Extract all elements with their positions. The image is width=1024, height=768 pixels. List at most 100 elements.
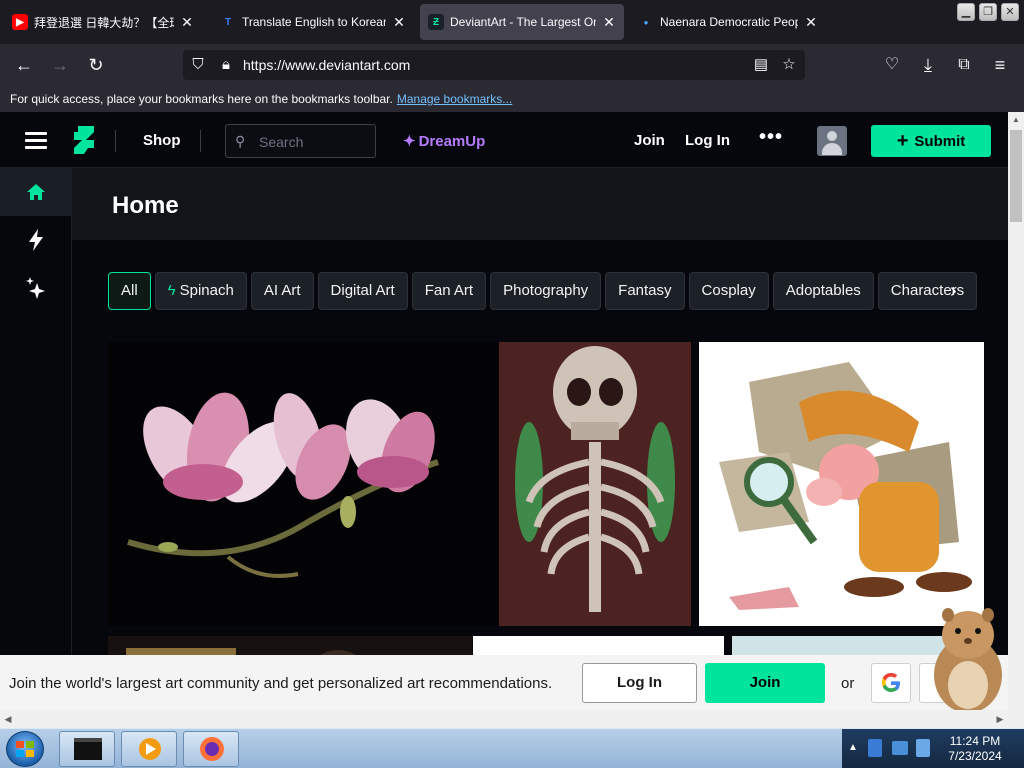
terminal-icon	[74, 738, 102, 760]
shield-icon[interactable]: ⛉	[188, 55, 208, 75]
search-icon: ⚲	[235, 133, 246, 149]
artwork-skeleton[interactable]	[499, 342, 691, 626]
google-login-button[interactable]	[871, 663, 911, 703]
banner-or-text: or	[841, 675, 855, 692]
join-link[interactable]: Join	[634, 132, 665, 149]
close-window-button[interactable]: ✕	[1001, 3, 1019, 21]
youtube-icon: ▶	[12, 14, 28, 30]
taskbar-mediaplayer-button[interactable]	[121, 731, 177, 767]
reload-icon[interactable]: ↻	[84, 53, 108, 77]
chip-adoptables[interactable]: Adoptables	[772, 272, 874, 310]
chip-all[interactable]: All	[108, 272, 151, 310]
pocket-icon[interactable]: ♡	[880, 53, 904, 77]
chip-photography[interactable]: Photography	[490, 272, 602, 310]
chip-fan-art[interactable]: Fan Art	[411, 272, 487, 310]
chevron-right-icon[interactable]: ›	[950, 280, 957, 303]
search-box[interactable]: ⚲ Search	[225, 124, 376, 158]
search-input[interactable]: Search	[259, 134, 303, 150]
lightning-icon	[28, 229, 43, 251]
dreamup-link[interactable]: ✦ DreamUp	[403, 132, 485, 150]
firefox-icon	[200, 737, 224, 761]
volume-icon[interactable]	[916, 739, 930, 757]
shop-link[interactable]: Shop	[143, 132, 181, 149]
banner-message: Join the world's largest art community a…	[9, 675, 553, 692]
lock-icon[interactable]: 🔒︎	[216, 55, 236, 75]
horizontal-scrollbar[interactable]: ◀ ▶	[0, 710, 1008, 728]
clock-time: 11:24 PM	[949, 734, 1001, 748]
chip-cosplay[interactable]: Cosplay	[688, 272, 769, 310]
divider	[200, 130, 201, 152]
reader-view-icon[interactable]: ▤	[751, 55, 771, 75]
chip-ai-art[interactable]: AI Art	[250, 272, 314, 310]
browser-tab-naenara[interactable]: ● Naenara Democratic People ✕	[630, 4, 826, 40]
minimize-window-button[interactable]: ▁	[957, 3, 975, 21]
network-icon[interactable]	[868, 739, 882, 757]
display-icon[interactable]	[892, 741, 908, 755]
close-tab-icon[interactable]: ✕	[602, 14, 616, 31]
magnolia-illustration	[127, 392, 439, 578]
windows-taskbar: ▲ 11:24 PM 7/23/2024	[0, 728, 1024, 768]
login-link[interactable]: Log In	[685, 132, 730, 149]
banner-join-button[interactable]: Join	[705, 663, 825, 703]
main-content: Home All ϟ Spinach AI Art Digital Art Fan Art…	[72, 168, 1008, 710]
artwork-detective[interactable]	[699, 342, 984, 626]
vertical-scrollbar[interactable]: ▲	[1008, 112, 1024, 710]
back-arrow-icon[interactable]: ←	[12, 53, 36, 77]
taskbar-firefox-button[interactable]	[183, 731, 239, 767]
bookmark-star-icon[interactable]: ☆	[779, 55, 799, 75]
join-banner: Join the world's largest art community a…	[0, 608, 1008, 713]
close-tab-icon[interactable]: ✕	[392, 14, 406, 31]
rail-dreamup[interactable]	[0, 264, 71, 312]
browser-tab-translate[interactable]: T Translate English to Korean ✕	[212, 4, 414, 40]
rail-home[interactable]	[0, 168, 71, 216]
rail-watch[interactable]	[0, 216, 71, 264]
submit-button[interactable]: + Submit	[871, 125, 991, 157]
scroll-right-icon[interactable]: ▶	[992, 710, 1008, 728]
address-bar[interactable]: ⛉ 🔒︎ https://www.deviantart.com ▤ ☆	[183, 50, 805, 80]
skeleton-illustration	[499, 342, 691, 626]
show-hidden-icons-icon[interactable]: ▲	[848, 742, 858, 753]
site-header: Shop ⚲ Search ✦ DreamUp Join Log In ••• +…	[0, 112, 1008, 168]
close-tab-icon[interactable]: ✕	[804, 14, 818, 31]
banner-login-button[interactable]: Log In	[582, 663, 697, 703]
restore-window-button[interactable]: ❐	[979, 3, 997, 21]
manage-bookmarks-link[interactable]: Manage bookmarks...	[397, 92, 512, 106]
start-button[interactable]	[6, 731, 44, 767]
tab-title: Translate English to Korean	[242, 15, 386, 29]
more-options-icon[interactable]: •••	[759, 126, 783, 149]
bookmarks-toolbar: For quick access, place your bookmarks h…	[0, 86, 1024, 112]
detective-illustration	[719, 362, 972, 610]
hamburger-menu-icon[interactable]	[25, 132, 47, 150]
scroll-up-icon[interactable]: ▲	[1008, 112, 1024, 128]
taskbar-explorer-button[interactable]	[59, 731, 115, 767]
lightning-icon: ϟ	[167, 282, 176, 299]
bookmarks-message: For quick access, place your bookmarks h…	[10, 92, 393, 106]
deviantart-icon: Ƶ	[428, 14, 444, 30]
dreamup-label: DreamUp	[418, 133, 486, 150]
page-title: Home	[112, 192, 179, 219]
downloads-icon[interactable]: ⤓	[916, 53, 940, 77]
close-tab-icon[interactable]: ✕	[180, 14, 194, 31]
avatar[interactable]	[817, 126, 847, 156]
scroll-left-icon[interactable]: ◀	[0, 710, 16, 728]
chip-fantasy[interactable]: Fantasy	[605, 272, 685, 310]
tab-title: 拜登退選 日韓大劫？【全球	[34, 15, 174, 30]
extensions-icon[interactable]: ⧉	[952, 53, 976, 77]
browser-tab-deviantart[interactable]: Ƶ DeviantArt - The Largest Onl ✕	[420, 4, 624, 40]
url-text[interactable]: https://www.deviantart.com	[243, 57, 410, 73]
chip-spinach[interactable]: ϟ Spinach	[154, 272, 247, 310]
chip-label: Spinach	[179, 282, 234, 299]
hamster-mascot-icon	[934, 608, 1002, 713]
chip-digital-art[interactable]: Digital Art	[317, 272, 408, 310]
clock-date: 7/23/2024	[948, 749, 1002, 763]
deviantart-logo-icon[interactable]	[74, 126, 94, 154]
chip-characters[interactable]: Characters	[877, 272, 978, 310]
browser-tab-youtube[interactable]: ▶ 拜登退選 日韓大劫？【全球 ✕	[4, 4, 202, 40]
scrollbar-thumb[interactable]	[1010, 130, 1022, 222]
translate-icon: T	[224, 16, 232, 28]
system-clock[interactable]: 11:24 PM 7/23/2024	[940, 734, 1010, 764]
artwork-magnolia[interactable]	[108, 342, 500, 626]
menu-icon[interactable]: ≡	[988, 53, 1012, 77]
forward-arrow-icon[interactable]: →	[48, 53, 72, 77]
browser-toolbar: ← → ↻ ⛉ 🔒︎ https://www.deviantart.com ▤ …	[0, 44, 1024, 86]
